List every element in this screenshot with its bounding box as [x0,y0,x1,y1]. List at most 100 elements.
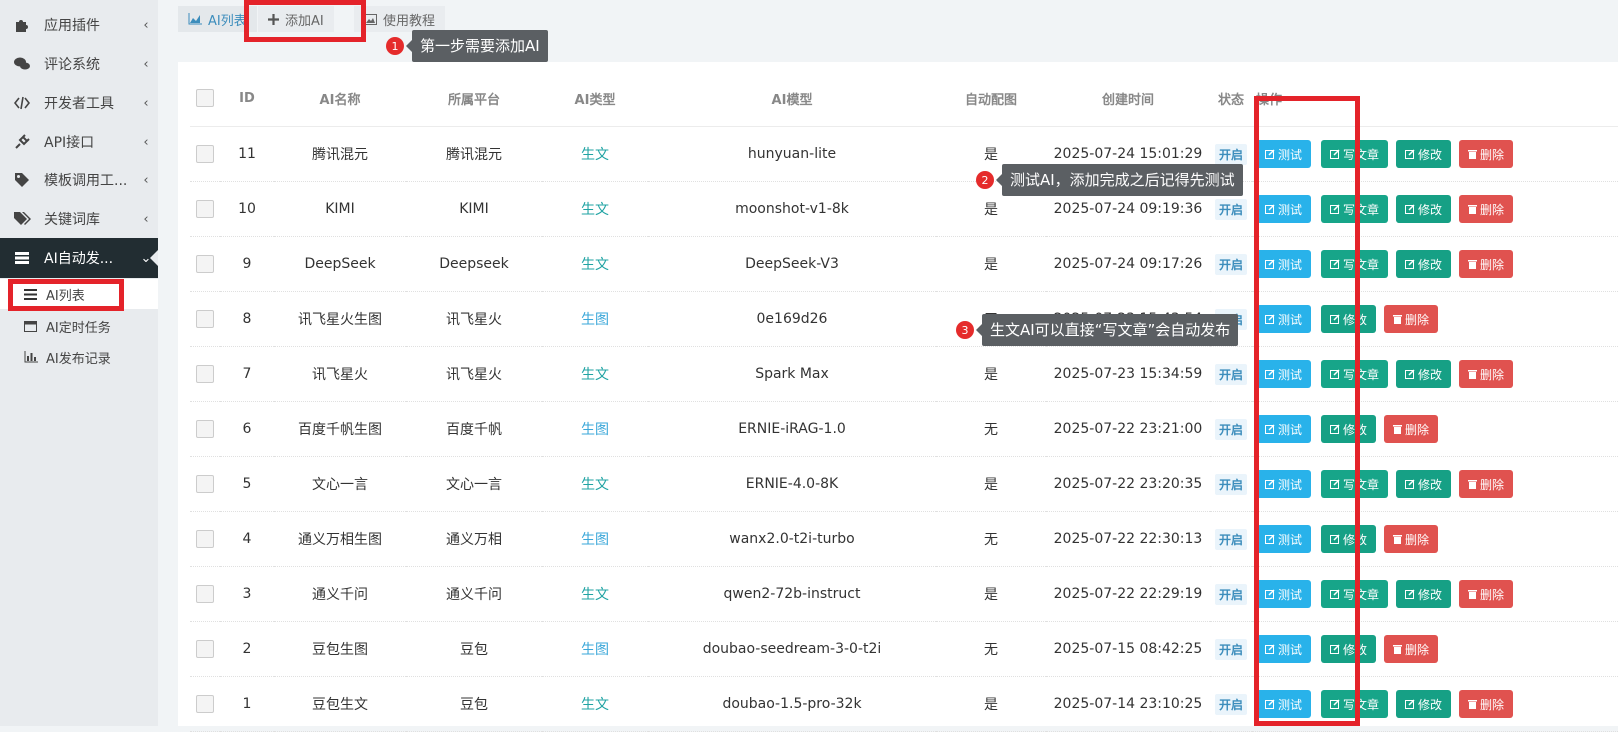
edit-icon [1405,149,1415,159]
ai-list-panel: ID AI名称 所属平台 AI类型 AI模型 自动配图 创建时间 状态 操作 1… [178,62,1618,726]
tab-label: 使用教程 [383,10,435,29]
type-link[interactable]: 生文 [581,257,609,273]
status-badge[interactable]: 开启 [1215,144,1247,165]
row-checkbox[interactable] [196,200,214,218]
cell-name: 讯飞星火生图 [274,292,406,347]
type-link[interactable]: 生文 [581,477,609,493]
annotation-step-1: 1 第一步需要添加AI [386,30,548,62]
delete-button-label: 删除 [1405,531,1429,548]
row-checkbox[interactable] [196,255,214,273]
row-checkbox[interactable] [196,365,214,383]
edit-button[interactable]: 修改 [1396,470,1451,498]
delete-button-label: 删除 [1480,696,1504,713]
row-checkbox[interactable] [196,475,214,493]
sidebar-item-devtools[interactable]: 开发者工具 ‹ [0,83,158,123]
status-badge[interactable]: 开启 [1215,694,1247,715]
sidebar-item-keywords[interactable]: 关键词库 ‹ [0,199,158,239]
type-link[interactable]: 生文 [581,147,609,163]
type-link[interactable]: 生文 [581,367,609,383]
col-header-name: AI名称 [274,70,406,127]
edit-button[interactable]: 修改 [1396,250,1451,278]
row-checkbox[interactable] [196,530,214,548]
edit-button[interactable]: 修改 [1396,690,1451,718]
edit-icon [1405,589,1415,599]
sidebar-subitem-ai-schedule[interactable]: AI定时任务 [0,311,158,341]
delete-button[interactable]: 删除 [1384,305,1438,333]
status-badge[interactable]: 开启 [1215,364,1247,385]
edit-button[interactable]: 修改 [1396,360,1451,388]
delete-button[interactable]: 删除 [1459,140,1513,168]
status-badge[interactable]: 开启 [1215,639,1247,660]
active-indicator [150,250,158,266]
sidebar-item-label: 关键词库 [44,209,134,229]
tag-icon [0,172,44,188]
sidebar-item-label: API接口 [44,132,134,152]
cell-status: 开启 [1210,457,1252,512]
tab-tutorial[interactable]: 使用教程 [354,6,445,32]
cell-type: 生文 [542,182,648,237]
row-select-cell [190,347,220,402]
trash-icon [1393,534,1402,544]
delete-button[interactable]: 删除 [1459,195,1513,223]
row-checkbox[interactable] [196,420,214,438]
status-badge[interactable]: 开启 [1215,199,1247,220]
cell-model: moonshot-v1-8k [648,182,936,237]
delete-button[interactable]: 删除 [1384,635,1438,663]
type-link[interactable]: 生文 [581,697,609,713]
cell-auto-img: 无 [936,622,1046,677]
delete-button[interactable]: 删除 [1459,690,1513,718]
edit-button[interactable]: 修改 [1396,580,1451,608]
table-row: 2豆包生图豆包生图doubao-seedream-3-0-t2i无2025-07… [190,622,1618,677]
delete-button[interactable]: 删除 [1459,580,1513,608]
sidebar-subitem-label: AI发布记录 [46,348,111,367]
status-badge[interactable]: 开启 [1215,529,1247,550]
annotation-text: 测试AI，添加完成之后记得先测试 [1002,164,1243,196]
cell-id: 10 [220,182,274,237]
annotation-number: 2 [976,171,994,189]
type-link[interactable]: 生文 [581,202,609,218]
delete-button[interactable]: 删除 [1384,525,1438,553]
row-checkbox[interactable] [196,145,214,163]
sidebar-item-plugins[interactable]: 应用插件 ‹ [0,5,158,45]
type-link[interactable]: 生文 [581,587,609,603]
status-badge[interactable]: 开启 [1215,254,1247,275]
delete-button[interactable]: 删除 [1459,360,1513,388]
status-badge[interactable]: 开启 [1215,419,1247,440]
sidebar-item-comments[interactable]: 评论系统 ‹ [0,44,158,84]
edit-button-label: 修改 [1418,696,1442,713]
cell-name: DeepSeek [274,237,406,292]
cell-id: 7 [220,347,274,402]
type-link[interactable]: 生图 [581,532,609,548]
edit-button[interactable]: 修改 [1396,140,1451,168]
cell-name: 文心一言 [274,457,406,512]
status-badge[interactable]: 开启 [1215,584,1247,605]
edit-button[interactable]: 修改 [1396,195,1451,223]
delete-button[interactable]: 删除 [1384,415,1438,443]
type-link[interactable]: 生图 [581,422,609,438]
row-checkbox[interactable] [196,310,214,328]
cell-auto-img: 是 [936,567,1046,622]
tags-icon [0,211,44,227]
type-link[interactable]: 生图 [581,642,609,658]
type-link[interactable]: 生图 [581,312,609,328]
col-header-id: ID [220,70,274,127]
select-all-checkbox[interactable] [196,89,214,107]
sidebar-item-api[interactable]: API接口 ‹ [0,122,158,162]
trash-icon [1468,204,1477,214]
row-checkbox[interactable] [196,695,214,713]
annotation-number: 3 [956,321,974,339]
row-checkbox[interactable] [196,640,214,658]
cell-name: 通义千问 [274,567,406,622]
delete-button[interactable]: 删除 [1459,250,1513,278]
cell-name: 豆包生图 [274,622,406,677]
sidebar-item-templates[interactable]: 模板调用工... ‹ [0,160,158,200]
status-badge[interactable]: 开启 [1215,474,1247,495]
trash-icon [1393,314,1402,324]
sidebar-item-ai-auto[interactable]: AI自动发... ⌄ [0,238,158,278]
row-checkbox[interactable] [196,585,214,603]
calendar-icon [24,320,42,332]
delete-button[interactable]: 删除 [1459,470,1513,498]
sidebar-subitem-ai-records[interactable]: AI发布记录 [0,342,158,372]
bar-chart-icon [24,351,42,363]
trash-icon [1468,699,1477,709]
